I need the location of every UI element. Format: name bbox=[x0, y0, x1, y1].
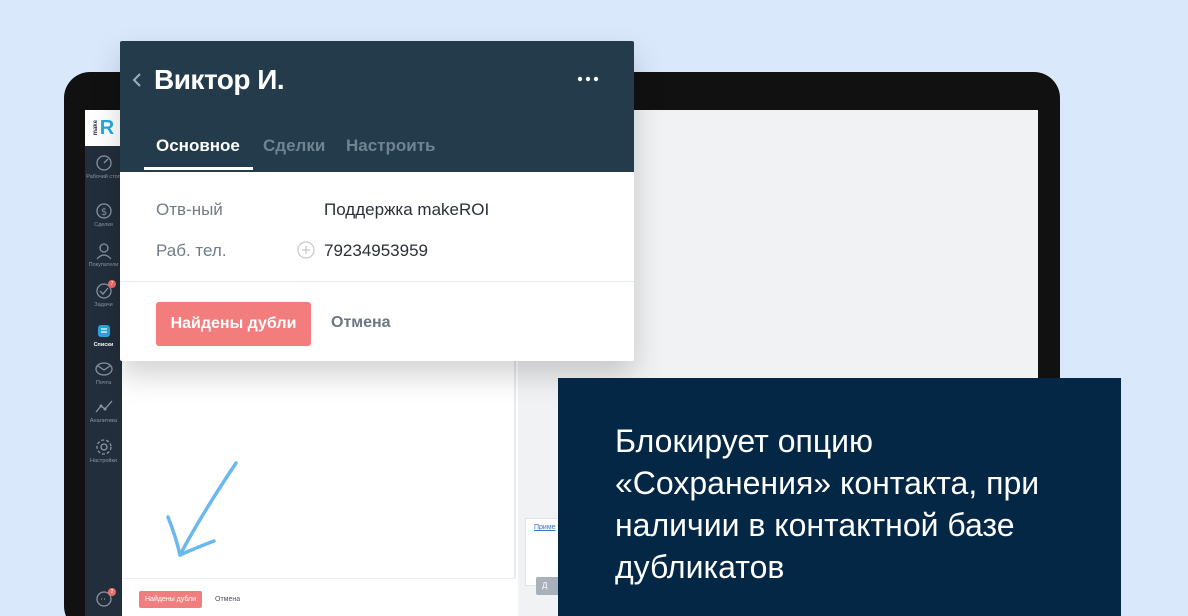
sidebar-item-label: Задачи bbox=[94, 302, 113, 308]
speedometer-icon bbox=[95, 155, 112, 171]
svg-text:$: $ bbox=[100, 207, 106, 218]
lists-icon bbox=[97, 325, 110, 337]
info-text: Блокирует опцию «Сохранения» контакта, п… bbox=[615, 423, 1040, 585]
sidebar-item-tasks[interactable]: 7 Задачи bbox=[85, 280, 122, 309]
info-panel: Блокирует опцию «Сохранения» контакта, п… bbox=[558, 378, 1121, 616]
app-logo[interactable]: make R bbox=[85, 110, 122, 146]
responsible-label: Отв-ный bbox=[156, 200, 223, 219]
sidebar-item-mail[interactable]: Почта bbox=[85, 360, 122, 387]
duplicates-found-button-small[interactable]: Найдены дубли bbox=[139, 591, 203, 608]
sidebar: make R Рабочий стол $ Сделки Покупатели … bbox=[85, 110, 122, 616]
cancel-button-small[interactable]: Отмена bbox=[215, 591, 240, 608]
back-chevron-icon[interactable] bbox=[130, 69, 144, 91]
logo-text: make bbox=[92, 120, 99, 136]
work-phone-label: Раб. тел. bbox=[156, 241, 227, 260]
logo-letter: R bbox=[99, 116, 115, 139]
card-divider bbox=[120, 281, 634, 282]
analytics-icon bbox=[95, 400, 112, 413]
sidebar-item-deals[interactable]: $ Сделки bbox=[85, 202, 122, 229]
chat-badge: 2 bbox=[108, 588, 116, 596]
sidebar-item-label: Почта bbox=[95, 380, 112, 386]
sidebar-item-chat[interactable]: 2 bbox=[85, 588, 122, 610]
gear-icon bbox=[95, 439, 112, 455]
tab-main[interactable]: Основное bbox=[156, 136, 240, 156]
sidebar-item-label: Сделки bbox=[94, 222, 113, 228]
responsible-value[interactable]: Поддержка makeROI bbox=[324, 200, 489, 220]
sidebar-item-settings[interactable]: Настройки bbox=[85, 438, 122, 465]
sidebar-item-label: Настройки bbox=[90, 458, 117, 464]
buyers-icon bbox=[96, 243, 111, 260]
sidebar-item-label: Покупатели bbox=[88, 262, 119, 268]
tab-deals[interactable]: Сделки bbox=[263, 136, 325, 156]
work-phone-value[interactable]: 79234953959 bbox=[324, 241, 428, 261]
sidebar-item-desktop[interactable]: Рабочий стол bbox=[85, 154, 122, 181]
sidebar-item-label: Рабочий стол bbox=[86, 174, 121, 180]
sidebar-item-analytics[interactable]: Аналитика bbox=[85, 398, 122, 425]
tasks-badge: 7 bbox=[108, 280, 116, 288]
active-tab-indicator bbox=[144, 167, 253, 170]
more-dots-icon[interactable] bbox=[576, 72, 600, 86]
sidebar-item-lists[interactable]: Списки bbox=[85, 322, 122, 349]
hint-link[interactable]: Приме bbox=[534, 524, 556, 531]
checkmark-icon bbox=[166, 461, 238, 557]
contact-name: Виктор И. bbox=[154, 64, 285, 95]
sidebar-item-label: Списки bbox=[93, 342, 114, 348]
add-phone-icon[interactable] bbox=[297, 241, 315, 259]
contact-card-header: Виктор И. Основное Сделки Настроить bbox=[120, 41, 634, 172]
cancel-button[interactable]: Отмена bbox=[331, 314, 391, 332]
dollar-icon: $ bbox=[95, 203, 112, 219]
duplicates-found-button[interactable]: Найдены дубли bbox=[156, 302, 311, 346]
tab-settings[interactable]: Настроить bbox=[346, 136, 436, 156]
sidebar-item-buyers[interactable]: Покупатели bbox=[85, 242, 122, 269]
contact-card: Виктор И. Основное Сделки Настроить Отв-… bbox=[120, 41, 634, 361]
sidebar-item-label: Аналитика bbox=[89, 418, 118, 424]
mail-icon bbox=[94, 362, 113, 376]
form-footer: Найдены дубли Отмена bbox=[122, 578, 516, 616]
